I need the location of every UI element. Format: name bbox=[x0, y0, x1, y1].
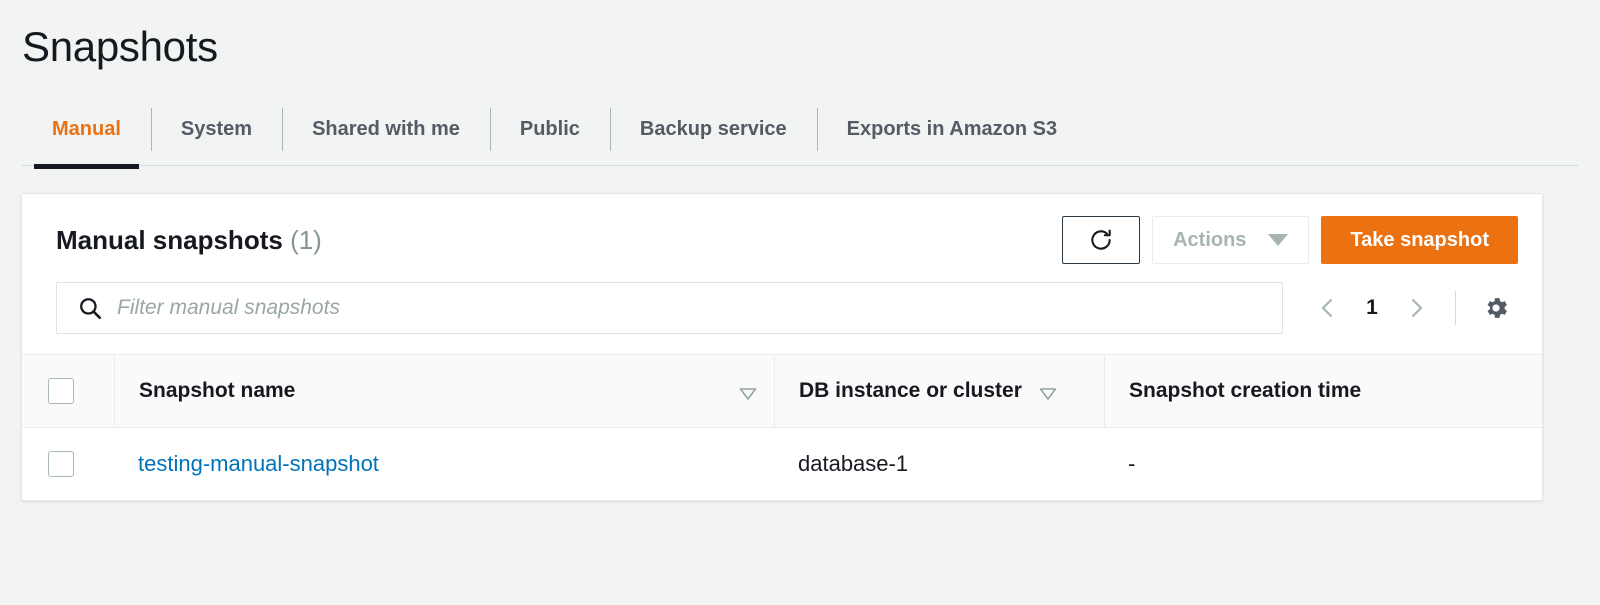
take-snapshot-label: Take snapshot bbox=[1350, 228, 1489, 251]
row-checkbox[interactable] bbox=[48, 451, 74, 478]
pagination: 1 bbox=[1305, 285, 1518, 331]
tab-label: Manual bbox=[52, 118, 121, 141]
chevron-left-icon bbox=[1321, 299, 1333, 318]
card-title-text: Manual snapshots bbox=[56, 224, 283, 255]
manual-snapshots-card: Manual snapshots (1) Actions Take snapsh… bbox=[21, 193, 1543, 502]
cell-db-instance: database-1 bbox=[774, 427, 1104, 501]
previous-page-button[interactable] bbox=[1305, 285, 1351, 331]
column-header-snapshot-creation-time: Snapshot creation time bbox=[1104, 354, 1542, 429]
cell-snapshot-name: testing-manual-snapshot bbox=[114, 427, 774, 501]
chevron-right-icon bbox=[1411, 299, 1423, 318]
table-preferences-button[interactable] bbox=[1474, 286, 1518, 330]
page-number-1[interactable]: 1 bbox=[1355, 296, 1389, 320]
chevron-down-icon bbox=[1268, 234, 1289, 247]
table-row[interactable]: testing-manual-snapshot database-1 - bbox=[22, 427, 1542, 501]
sort-caret-icon bbox=[1038, 386, 1057, 400]
select-all-header bbox=[22, 354, 114, 429]
tab-bar: Manual System Shared with me Public Back… bbox=[22, 94, 1578, 170]
refresh-button[interactable] bbox=[1062, 216, 1141, 265]
row-select-cell bbox=[22, 427, 114, 501]
refresh-icon bbox=[1091, 229, 1111, 251]
tab-label: Backup service bbox=[639, 118, 787, 141]
table-header: Snapshot name DB instance or cluster Sna… bbox=[22, 354, 1542, 429]
tab-public[interactable]: Public bbox=[489, 94, 610, 165]
tab-shared-with-me[interactable]: Shared with me bbox=[282, 94, 490, 165]
card-title: Manual snapshots (1) bbox=[56, 225, 322, 256]
next-page-button[interactable] bbox=[1393, 285, 1439, 331]
actions-label: Actions bbox=[1173, 228, 1247, 251]
column-header-db-instance-or-cluster[interactable]: DB instance or cluster bbox=[774, 354, 1104, 429]
tab-label: Public bbox=[519, 118, 580, 141]
column-label: Snapshot creation time bbox=[1129, 379, 1362, 403]
column-label: Snapshot name bbox=[139, 379, 296, 403]
tab-label: Exports in Amazon S3 bbox=[846, 118, 1058, 141]
page-title: Snapshots bbox=[22, 23, 218, 70]
column-label: DB instance or cluster bbox=[799, 379, 1022, 403]
select-all-checkbox[interactable] bbox=[48, 378, 74, 405]
card-header-actions: Actions Take snapshot bbox=[1062, 216, 1518, 265]
table-header-row: Snapshot name DB instance or cluster Sna… bbox=[22, 354, 1542, 429]
db-instance-value: database-1 bbox=[798, 451, 909, 477]
actions-dropdown-button[interactable]: Actions bbox=[1152, 216, 1310, 265]
take-snapshot-button[interactable]: Take snapshot bbox=[1321, 216, 1518, 265]
snapshot-name-link[interactable]: testing-manual-snapshot bbox=[138, 451, 379, 477]
snapshots-table: Snapshot name DB instance or cluster Sna… bbox=[22, 354, 1542, 501]
creation-time-value: - bbox=[1128, 451, 1136, 477]
tab-backup-service[interactable]: Backup service bbox=[609, 94, 817, 165]
search-box[interactable] bbox=[56, 282, 1283, 335]
table-body: testing-manual-snapshot database-1 - bbox=[22, 427, 1542, 501]
tab-exports-in-amazon-s3[interactable]: Exports in Amazon S3 bbox=[816, 94, 1087, 165]
card-title-count: (1) bbox=[290, 224, 322, 255]
search-icon bbox=[80, 298, 102, 320]
search-input[interactable] bbox=[117, 296, 1282, 321]
cell-creation-time: - bbox=[1104, 427, 1542, 501]
filter-row: 1 bbox=[22, 264, 1542, 354]
column-header-snapshot-name[interactable]: Snapshot name bbox=[114, 354, 774, 429]
tab-system[interactable]: System bbox=[150, 94, 282, 165]
tab-label: Shared with me bbox=[312, 118, 460, 141]
tab-manual[interactable]: Manual bbox=[22, 94, 151, 170]
card-header: Manual snapshots (1) Actions Take snapsh… bbox=[22, 194, 1542, 265]
gear-icon bbox=[1487, 298, 1507, 319]
pagination-divider bbox=[1455, 291, 1456, 326]
sort-caret-icon bbox=[738, 386, 757, 400]
tab-label: System bbox=[180, 118, 253, 141]
